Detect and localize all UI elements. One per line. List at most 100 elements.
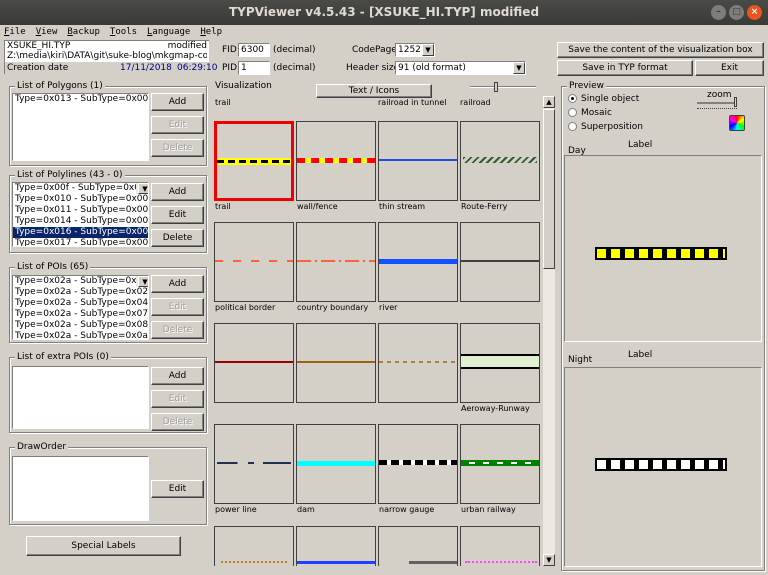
poi-edit-button[interactable]: Edit [151, 298, 204, 316]
extra-poi-delete-button[interactable]: Delete [151, 413, 204, 431]
polyline-edit-button[interactable]: Edit [151, 206, 204, 224]
polyline-add-button[interactable]: Add [151, 183, 204, 201]
list-item[interactable]: Type=0x02a - SubType=0x08 [13, 320, 148, 331]
visualization-scrollbar[interactable]: ▲ ▼ [543, 96, 555, 566]
viz-cell-swatch[interactable] [296, 222, 376, 302]
viz-cell-swatch[interactable] [378, 323, 458, 403]
scroll-up-icon[interactable]: ▲ [543, 96, 555, 108]
viz-cell-swatch[interactable] [296, 323, 376, 403]
list-item[interactable]: Type=0x011 - SubType=0x00 [13, 205, 148, 216]
special-labels-button[interactable]: Special Labels [26, 536, 181, 556]
polyline-delete-button[interactable]: Delete [151, 229, 204, 247]
viz-cell-swatch[interactable] [214, 222, 294, 302]
save-visualization-button[interactable]: Save the content of the visualization bo… [557, 42, 764, 58]
extra-poi-add-button[interactable]: Add [151, 367, 204, 385]
viz-cell[interactable] [214, 323, 294, 424]
menu-tools[interactable]: Tools [110, 25, 137, 39]
pois-scrollbar[interactable]: ▲ ▼ [136, 276, 148, 287]
slider-handle[interactable] [494, 82, 498, 92]
list-item[interactable]: Type=0x02a - SubType=0x00 [13, 276, 148, 287]
viz-cell[interactable]: power line [214, 424, 294, 525]
viz-cell-swatch[interactable] [460, 323, 540, 403]
viz-cell[interactable]: river [378, 222, 458, 323]
scroll-down-icon[interactable]: ▼ [138, 276, 148, 287]
pid-input[interactable]: 1 [238, 61, 270, 75]
viz-cell[interactable]: urban railway [460, 424, 540, 525]
viz-cell[interactable]: Route-Ferry [460, 121, 540, 222]
menu-backup[interactable]: Backup [67, 25, 100, 39]
list-item[interactable]: Type=0x02a - SubType=0x02 [13, 287, 148, 298]
list-item[interactable]: Type=0x00f - SubType=0x00 [13, 183, 148, 194]
radio-single-object[interactable]: Single object [568, 94, 639, 104]
viz-cell-swatch[interactable] [214, 323, 294, 403]
menu-file[interactable]: File [4, 25, 26, 39]
viz-cell[interactable]: dam [296, 424, 376, 525]
viz-cell[interactable]: narrow gauge [378, 424, 458, 525]
viz-cell-partial[interactable] [214, 526, 294, 566]
pois-list[interactable]: Type=0x02a - SubType=0x00 Type=0x02a - S… [12, 275, 149, 340]
list-item[interactable]: Type=0x017 - SubType=0x00 [13, 238, 148, 246]
close-icon[interactable]: × [747, 5, 762, 20]
preview-zoom-slider[interactable] [697, 102, 737, 104]
list-item[interactable]: Type=0x02a - SubType=0x04 [13, 298, 148, 309]
viz-cell[interactable]: trail [214, 121, 294, 222]
visualization-zoom-slider[interactable] [470, 86, 536, 88]
list-item[interactable]: Type=0x014 - SubType=0x00 [13, 216, 148, 227]
viz-cell[interactable] [296, 323, 376, 424]
codepage-select[interactable]: 1252 ▼ [395, 43, 435, 57]
viz-cell[interactable]: political border [214, 222, 294, 323]
polygons-list[interactable]: Type=0x013 - SubType=0x00 [12, 93, 149, 161]
maximize-icon[interactable]: □ [729, 5, 744, 20]
poi-delete-button[interactable]: Delete [151, 321, 204, 339]
viz-cell[interactable] [460, 222, 540, 323]
viz-cell[interactable]: country boundary [296, 222, 376, 323]
viz-cell-partial[interactable] [378, 526, 458, 566]
radio-mosaic[interactable]: Mosaic [568, 108, 612, 118]
viz-cell[interactable] [378, 323, 458, 424]
poi-add-button[interactable]: Add [151, 275, 204, 293]
viz-cell-swatch[interactable] [378, 424, 458, 504]
viz-cell-swatch[interactable] [214, 424, 294, 504]
slider-handle[interactable] [734, 97, 737, 107]
menu-language[interactable]: Language [147, 25, 190, 39]
viz-cell-partial[interactable] [296, 526, 376, 566]
viz-cell-swatch[interactable] [296, 121, 376, 201]
header-size-select[interactable]: 91 (old format) ▼ [395, 61, 526, 75]
menu-help[interactable]: Help [200, 25, 222, 39]
viz-cell-partial[interactable] [460, 526, 540, 566]
viz-cell-swatch[interactable] [460, 424, 540, 504]
scroll-down-icon[interactable]: ▼ [138, 183, 148, 194]
scroll-thumb[interactable] [543, 109, 555, 269]
extra-poi-edit-button[interactable]: Edit [151, 390, 204, 408]
polygon-delete-button[interactable]: Delete [151, 139, 204, 157]
polylines-list[interactable]: Type=0x00f - SubType=0x00 Type=0x010 - S… [12, 182, 149, 247]
viz-cell-swatch[interactable] [214, 121, 294, 201]
radio-superposition[interactable]: Superposition [568, 122, 643, 132]
viz-cell[interactable]: thin stream [378, 121, 458, 222]
scroll-down-icon[interactable]: ▼ [543, 554, 555, 566]
polygon-edit-button[interactable]: Edit [151, 116, 204, 134]
list-item[interactable]: Type=0x010 - SubType=0x00 [13, 194, 148, 205]
viz-cell-swatch[interactable] [296, 424, 376, 504]
draworder-list[interactable] [12, 456, 149, 521]
polylines-scrollbar[interactable]: ▲ ▼ [136, 183, 148, 194]
chevron-down-icon[interactable]: ▼ [422, 44, 434, 56]
viz-cell[interactable]: wall/fence [296, 121, 376, 222]
viz-cell-swatch[interactable] [378, 121, 458, 201]
color-palette-icon[interactable] [729, 115, 745, 131]
polygon-add-button[interactable]: Add [151, 93, 204, 111]
minimize-icon[interactable]: – [711, 5, 726, 20]
save-typ-button[interactable]: Save in TYP format [557, 60, 693, 76]
viz-cell-swatch[interactable] [460, 222, 540, 302]
fid-input[interactable]: 6300 [238, 43, 270, 57]
exit-button[interactable]: Exit [695, 60, 764, 76]
list-item[interactable]: Type=0x02a - SubType=0x07 [13, 309, 148, 320]
chevron-down-icon[interactable]: ▼ [513, 62, 525, 74]
menu-view[interactable]: View [36, 25, 58, 39]
extra-pois-list[interactable] [12, 366, 149, 429]
draworder-edit-button[interactable]: Edit [151, 480, 204, 498]
list-item[interactable]: Type=0x013 - SubType=0x00 [13, 94, 148, 105]
list-item-selected[interactable]: Type=0x016 - SubType=0x00 [13, 227, 148, 238]
viz-cell-swatch[interactable] [378, 222, 458, 302]
viz-cell-swatch[interactable] [460, 121, 540, 201]
